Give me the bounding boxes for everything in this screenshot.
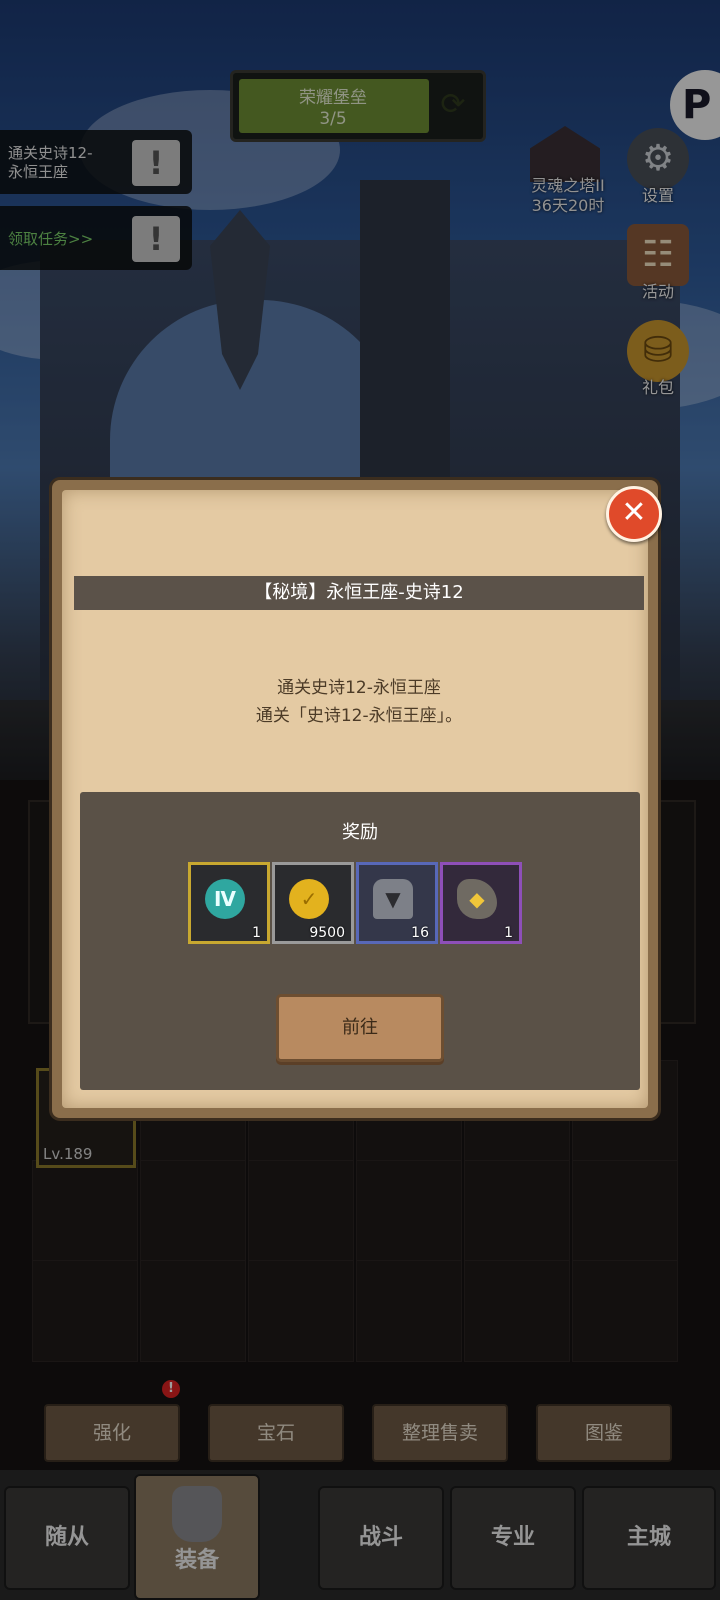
ore-icon: ◆: [457, 879, 497, 919]
dialog-description: 通关史诗12-永恒王座 通关「史诗12-永恒王座」。: [255, 678, 463, 726]
reward-title: 奖励: [342, 822, 378, 843]
dialog-title: 【秘境】永恒王座-史诗12: [74, 576, 644, 610]
rune-iv-icon: Ⅳ: [205, 879, 245, 919]
reward-count: 1: [504, 925, 513, 941]
reward-slot[interactable]: ◆ 1: [440, 862, 522, 944]
helmet-icon: ▼: [373, 879, 413, 919]
reward-slot[interactable]: ▼ 16: [356, 862, 438, 944]
gold-coin-icon: ✓: [289, 879, 329, 919]
reward-count: 16: [411, 925, 429, 941]
reward-count: 9500: [309, 925, 345, 941]
reward-slot[interactable]: ✓ 9500: [272, 862, 354, 944]
close-button[interactable]: ✕: [606, 486, 662, 542]
goto-button[interactable]: 前往: [276, 994, 444, 1062]
reward-count: 1: [252, 925, 261, 941]
reward-slot[interactable]: Ⅳ 1: [188, 862, 270, 944]
reward-panel: 奖励 Ⅳ 1 ✓ 9500 ▼ 16 ◆ 1 前往: [80, 792, 640, 1090]
